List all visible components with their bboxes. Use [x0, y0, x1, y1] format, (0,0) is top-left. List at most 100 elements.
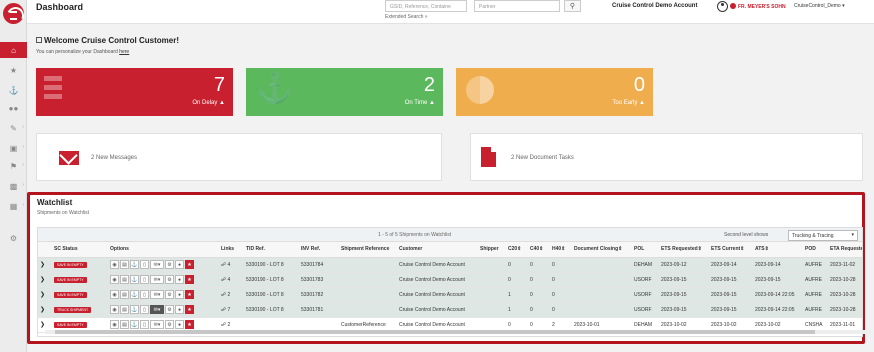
user-menu[interactable]: CruiseControl_Demo ▾	[794, 3, 845, 9]
watchlist-star-icon[interactable]: ★	[185, 320, 194, 329]
table-row[interactable]: ❯ SAVE IN EMPTY ◉ ▤ ⚓ ▯ ✉▾ ⚙ ● ★ ☍ 4 5330190 - LOT …	[38, 272, 862, 288]
column-header[interactable]: TID Ref.	[244, 242, 299, 258]
anchor-icon[interactable]: ⚓	[130, 320, 139, 329]
on-delay-tile[interactable]: 7 On Delay ▲	[36, 68, 233, 116]
cell-shipper	[478, 287, 506, 303]
column-header[interactable]: C40⇕	[528, 242, 550, 258]
star-icon[interactable]: ★	[0, 62, 27, 78]
column-header[interactable]: Document Closing⇕	[572, 242, 632, 258]
watchlist-star-icon[interactable]: ★	[185, 260, 194, 269]
chart-icon[interactable]: ▩ ›	[0, 178, 27, 194]
watchlist-star-icon[interactable]: ★	[185, 275, 194, 284]
horizontal-scrollbar[interactable]	[45, 330, 871, 334]
anchor-icon[interactable]: ⚓	[0, 82, 27, 98]
anchor-icon[interactable]: ⚓	[130, 275, 139, 284]
too-early-tile[interactable]: 0 Too Early ▲	[456, 68, 653, 116]
column-header[interactable]: SC Status	[52, 242, 108, 258]
globe-icon[interactable]: ●	[175, 290, 184, 299]
settings-icon[interactable]: ⚙	[0, 230, 27, 246]
group-icon[interactable]: ●●	[0, 100, 27, 116]
file-icon[interactable]: ▯	[140, 275, 149, 284]
table-row[interactable]: ❯ SAVE IN EMPTY ◉ ▤ ⚓ ▯ ✉▾ ⚙ ● ★ ☍ 2 5330190 - LOT …	[38, 287, 862, 303]
search-button[interactable]: ⚲	[564, 0, 581, 12]
document-icon[interactable]: ▤	[120, 260, 129, 269]
column-header[interactable]: POL	[632, 242, 659, 258]
view-icon[interactable]: ◉	[110, 290, 119, 299]
dashboard-icon[interactable]: ⌂	[0, 42, 27, 58]
column-header[interactable]: POD	[803, 242, 828, 258]
second-level-select[interactable]: Trucking & Tracing ▾	[788, 230, 858, 241]
column-header[interactable]: ETS Current⇕	[709, 242, 753, 258]
column-header[interactable]: Links	[219, 242, 244, 258]
view-icon[interactable]: ◉	[110, 260, 119, 269]
table-row[interactable]: ❯ SAVE IN EMPTY ◉ ▤ ⚓ ▯ ✉▾ ⚙ ● ★ ☍ 4 5330190 - LOT …	[38, 257, 862, 273]
search-input[interactable]: GSID, Reference, Containe	[385, 0, 467, 12]
globe-icon[interactable]: ●	[175, 275, 184, 284]
extended-search-link[interactable]: Extended Search »	[385, 14, 428, 20]
company-logo[interactable]	[3, 3, 24, 24]
mail-dropdown-icon[interactable]: ✉▾	[150, 290, 164, 299]
view-icon[interactable]: ◉	[110, 305, 119, 314]
anchor-icon[interactable]: ⚓	[130, 290, 139, 299]
user-avatar-icon[interactable]	[717, 1, 728, 12]
view-icon[interactable]: ◉	[110, 320, 119, 329]
mail-dropdown-icon[interactable]: ✉▾	[150, 320, 164, 329]
file-icon[interactable]: ▯	[140, 260, 149, 269]
file-icon[interactable]: ▯	[140, 320, 149, 329]
cell-c20: 1	[506, 302, 528, 318]
flag-icon[interactable]: ⚑ ›	[0, 158, 27, 174]
column-header[interactable]: Options	[108, 242, 219, 258]
scrollbar-thumb[interactable]	[55, 330, 815, 334]
gear-icon[interactable]: ⚙	[165, 290, 174, 299]
column-header[interactable]: INV Ref.	[299, 242, 339, 258]
document-icon[interactable]: ▤	[120, 305, 129, 314]
gear-icon[interactable]: ⚙	[165, 305, 174, 314]
column-header[interactable]: ATS⇕	[753, 242, 803, 258]
globe-icon[interactable]: ●	[175, 260, 184, 269]
watchlist-star-icon[interactable]: ★	[185, 305, 194, 314]
expand-row-icon[interactable]: ❯	[40, 292, 45, 298]
inbox-icon[interactable]: ▣ ›	[0, 140, 27, 156]
table-row[interactable]: ❯ TRUCK SHIPMENT ◉ ▤ ⚓ ▯ ✉▾ ⚙ ● ★ ☍ 7 5330190 - LOT…	[38, 302, 862, 318]
anchor-icon[interactable]: ⚓	[130, 260, 139, 269]
column-header[interactable]: ETS Requested⇕	[659, 242, 709, 258]
column-header[interactable]: Customer	[397, 242, 478, 258]
document-icon[interactable]: ▤	[120, 290, 129, 299]
partner-input[interactable]: Partner	[474, 0, 560, 12]
on-time-tile[interactable]: ⚓ 2 On Time ▲	[246, 68, 443, 116]
document-icon[interactable]: ▤	[120, 320, 129, 329]
column-header[interactable]: Shipment Reference	[339, 242, 397, 258]
expand-row-icon[interactable]: ❯	[40, 307, 45, 313]
anchor-icon[interactable]: ⚓	[130, 305, 139, 314]
gear-icon[interactable]: ⚙	[165, 260, 174, 269]
column-header[interactable]: H40⇕	[550, 242, 572, 258]
gear-icon[interactable]: ⚙	[165, 275, 174, 284]
links-cell[interactable]: ☍ 7	[219, 302, 244, 318]
gear-icon[interactable]: ⚙	[165, 320, 174, 329]
calendar-icon[interactable]: ▦ ›	[0, 198, 27, 214]
column-header[interactable]: Shipper	[478, 242, 506, 258]
expand-row-icon[interactable]: ❯	[40, 262, 45, 268]
globe-icon[interactable]: ●	[175, 320, 184, 329]
mail-dropdown-icon[interactable]: ✉▾	[150, 305, 164, 314]
document-icon[interactable]: ▤	[120, 275, 129, 284]
file-icon[interactable]: ▯	[140, 290, 149, 299]
file-icon[interactable]: ▯	[140, 305, 149, 314]
personalize-link[interactable]: here	[119, 49, 129, 55]
column-header[interactable]: ETA Requeste	[828, 242, 862, 258]
document-tasks-box[interactable]: 2 New Document Tasks	[470, 133, 863, 181]
view-icon[interactable]: ◉	[110, 275, 119, 284]
cell-ats: 2023-09-14 22:05	[753, 302, 803, 318]
expand-row-icon[interactable]: ❯	[40, 322, 45, 328]
messages-box[interactable]: 2 New Messages	[36, 133, 442, 181]
edit-icon[interactable]: ✎ ›	[0, 120, 27, 136]
globe-icon[interactable]: ●	[175, 305, 184, 314]
watchlist-star-icon[interactable]: ★	[185, 290, 194, 299]
mail-dropdown-icon[interactable]: ✉▾	[150, 260, 164, 269]
links-cell[interactable]: ☍ 2	[219, 287, 244, 303]
column-header[interactable]: C20⇕	[506, 242, 528, 258]
expand-row-icon[interactable]: ❯	[40, 277, 45, 283]
mail-dropdown-icon[interactable]: ✉▾	[150, 275, 164, 284]
links-cell[interactable]: ☍ 4	[219, 272, 244, 288]
links-cell[interactable]: ☍ 4	[219, 257, 244, 273]
